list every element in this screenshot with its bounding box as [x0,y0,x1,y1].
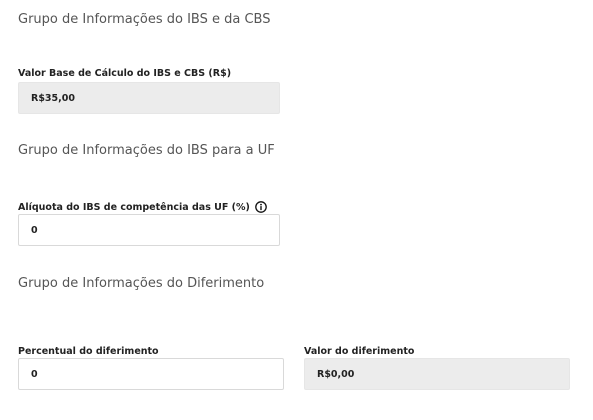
percentual-diferimento-label-text: Percentual do diferimento [18,346,159,357]
valor-diferimento-label: Valor do diferimento [304,346,414,357]
info-circle-icon[interactable] [255,201,267,213]
valor-diferimento-label-text: Valor do diferimento [304,346,415,357]
percentual-diferimento-input[interactable]: 0 [18,358,284,390]
percentual-diferimento-label: Percentual do diferimento [18,346,159,357]
aliquota-uf-label: Alíquota do IBS de competência das UF (%… [18,201,267,213]
base-calculo-label: Valor Base de Cálculo do IBS e CBS (R$) [18,68,231,79]
valor-diferimento-field: R$0,00 [304,358,570,390]
section-title-ibs-cbs: Grupo de Informações do IBS e da CBS [18,12,271,27]
aliquota-uf-value: 0 [31,224,38,236]
section-title-diferimento: Grupo de Informações do Diferimento [18,276,265,291]
section-title-ibs-uf: Grupo de Informações do IBS para a UF [18,143,275,158]
base-calculo-field: R$35,00 [18,82,280,114]
base-calculo-label-text: Valor Base de Cálculo do IBS e CBS (R$) [18,68,232,79]
base-calculo-value: R$35,00 [31,92,75,104]
valor-diferimento-value: R$0,00 [317,368,355,380]
aliquota-uf-input[interactable]: 0 [18,214,280,246]
aliquota-uf-label-text: Alíquota do IBS de competência das UF (%… [18,201,250,213]
percentual-diferimento-value: 0 [31,368,38,380]
